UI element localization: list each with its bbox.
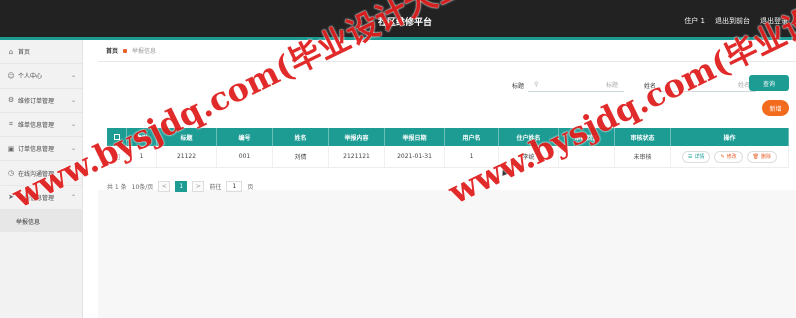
col-actions: 操作: [671, 128, 789, 146]
title-search-placeholder: 标题: [606, 82, 619, 89]
goto-suffix: 页: [247, 184, 254, 191]
page-size-select[interactable]: 10条/页: [132, 182, 154, 191]
col-resident-name: 住户姓名: [499, 128, 559, 146]
pagination-total: 共 1 条: [107, 184, 127, 191]
sidebar-item-label: 维修订单管理: [18, 97, 55, 105]
sidebar-item-online-chat[interactable]: ◷ 在线沟通管理 ⌄: [0, 161, 82, 186]
settings-icon: ⚙: [7, 96, 15, 105]
cell-number: 001: [217, 146, 273, 167]
edit-icon: ✎: [720, 153, 725, 160]
name-search-input[interactable]: ⚲ 姓名: [660, 78, 757, 92]
sidebar-item-personal-center[interactable]: ☺ 个人中心 ⌄: [0, 64, 82, 89]
select-all-checkbox[interactable]: [113, 134, 120, 140]
user-name: 住户 1: [684, 17, 705, 25]
app-title: 社区维修平台: [378, 18, 433, 28]
pagination: 共 1 条 10条/页 < 1 > 前往 1 页: [107, 181, 253, 192]
header-actions: 住户 1 退出到前台 退出登录: [684, 16, 788, 26]
name-search-label: 姓名: [644, 82, 657, 90]
add-button[interactable]: 新增: [762, 100, 789, 116]
goto-prefix: 前往: [209, 184, 222, 191]
col-title: 标题: [157, 128, 217, 146]
chevron-down-icon: ⌄: [70, 72, 76, 80]
crop-icon: ⌗: [9, 120, 13, 129]
sidebar-item-label: 在线沟通管理: [18, 170, 55, 178]
detail-label: 详情: [694, 154, 705, 160]
sidebar-item-home[interactable]: ⌂ 首页: [0, 40, 82, 65]
breadcrumb-home[interactable]: 首页: [106, 46, 118, 55]
table-row: 1 21122 001 刘倩 2121121 2021-01-31 1 李统 未…: [107, 146, 789, 168]
clock-icon: ◷: [7, 169, 15, 178]
sidebar-item-repair-orders[interactable]: ⚙ 维修订单管理 ⌄: [0, 89, 82, 113]
send-icon: ➤: [8, 193, 14, 202]
sidebar-item-label: 订单信息管理: [18, 146, 55, 154]
col-index: 索引: [127, 128, 157, 146]
chevron-down-icon: ⌄: [70, 169, 76, 177]
detail-button[interactable]: ☰ 详情: [681, 150, 711, 163]
title-search-label: 标题: [512, 82, 525, 90]
cell-date: 2021-01-31: [385, 146, 445, 167]
search-button[interactable]: 查询: [749, 75, 789, 91]
prev-page-button[interactable]: <: [158, 181, 171, 192]
breadcrumb: 首页 举报信息: [98, 40, 796, 62]
main-content: 首页 举报信息 标题 ⚲ 标题 姓名 ⚲ 姓名 查询 新增 索引 标题 编号 姓…: [98, 40, 796, 318]
next-page-button[interactable]: >: [192, 181, 205, 192]
sidebar: ⌂ 首页 ☺ 个人中心 ⌄ ⚙ 维修订单管理 ⌄ ⌗ 维单信息管理 ⌄ ▣ 订单…: [0, 40, 83, 318]
sidebar-item-label: 个人中心: [18, 73, 43, 81]
col-content: 举报内容: [329, 128, 385, 146]
user-icon: ☺: [7, 71, 15, 80]
search-button-label: 查询: [762, 80, 775, 88]
cell-actions: ☰ 详情 ✎ 修改 🗑 删除: [671, 146, 789, 167]
sidebar-item-order-info[interactable]: ▣ 订单信息管理 ⌄: [0, 137, 82, 162]
report-table: 索引 标题 编号 姓名 举报内容 举报日期 用户名 住户姓名 审核回复 审核状态…: [107, 128, 789, 168]
col-username: 用户名: [445, 128, 499, 146]
cell-content: 2121121: [329, 146, 385, 167]
search-icon: ⚲: [534, 81, 539, 88]
current-page[interactable]: 1: [175, 181, 188, 192]
trash-icon: 🗑: [752, 153, 760, 160]
table-header: 索引 标题 编号 姓名 举报内容 举报日期 用户名 住户姓名 审核回复 审核状态…: [107, 128, 789, 146]
col-review-reply: 审核回复: [559, 128, 615, 146]
logout-link[interactable]: 退出登录: [760, 16, 788, 26]
cell-review-status: 未审核: [615, 146, 671, 167]
col-review-status: 审核状态: [615, 128, 671, 146]
delete-button[interactable]: 🗑 删除: [746, 150, 778, 163]
goto-page-input[interactable]: 1: [226, 181, 243, 192]
row-checkbox[interactable]: [113, 153, 120, 160]
chevron-down-icon: ⌄: [70, 96, 76, 104]
sidebar-item-label: 维单信息管理: [18, 122, 55, 130]
breadcrumb-current: 举报信息: [132, 48, 157, 55]
sidebar-item-label: 举报信息管理: [18, 194, 55, 202]
breadcrumb-separator: [123, 48, 128, 53]
title-search-input[interactable]: ⚲ 标题: [528, 78, 625, 92]
col-name: 姓名: [273, 128, 329, 146]
exit-to-front-link[interactable]: 退出到前台: [715, 16, 750, 26]
edit-label: 修改: [726, 154, 737, 160]
sidebar-item-repair-info[interactable]: ⌗ 维单信息管理 ⌄: [0, 113, 82, 138]
sidebar-item-label: 首页: [18, 49, 31, 57]
cell-title: 21122: [157, 146, 217, 167]
sidebar-item-report-info[interactable]: ➤ 举报信息管理 ⌃: [0, 186, 82, 211]
cell-review-reply: [559, 146, 615, 167]
chevron-up-icon: ⌃: [70, 193, 76, 201]
cell-name: 刘倩: [273, 146, 329, 167]
cell-resident-name: 李统: [499, 146, 559, 167]
search-bar: 标题 ⚲ 标题 姓名 ⚲ 姓名: [512, 78, 757, 92]
sidebar-subitem-report[interactable]: 举报信息: [0, 210, 82, 233]
col-date: 举报日期: [385, 128, 445, 146]
select-all-cell[interactable]: [107, 128, 127, 146]
home-icon: ⌂: [8, 47, 14, 56]
cell-index: 1: [127, 146, 157, 167]
edit-button[interactable]: ✎ 修改: [714, 150, 743, 163]
chevron-down-icon: ⌄: [70, 145, 76, 153]
col-number: 编号: [217, 128, 273, 146]
search-icon: ⚲: [666, 81, 671, 88]
row-select-cell[interactable]: [107, 146, 127, 167]
add-button-label: 新增: [769, 105, 782, 113]
detail-icon: ☰: [687, 153, 693, 160]
delete-label: 删除: [761, 154, 772, 160]
chevron-down-icon: ⌄: [70, 121, 76, 129]
top-bar: 社区维修平台 住户 1 退出到前台 退出登录: [0, 0, 796, 40]
calendar-icon: ▣: [7, 144, 15, 153]
cell-username: 1: [445, 146, 499, 167]
